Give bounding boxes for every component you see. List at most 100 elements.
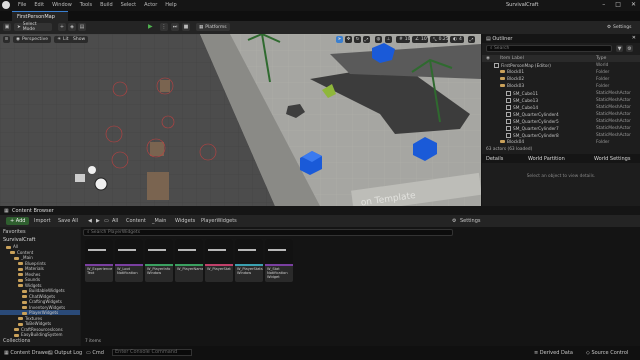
filter-icon[interactable]: ▼ xyxy=(616,45,623,52)
outliner-row[interactable]: SM_Cube14 StaticMeshActor xyxy=(482,105,640,111)
camera-speed-value[interactable]: ◐ 4 xyxy=(450,36,464,43)
folder-tree-item[interactable]: Textures xyxy=(0,316,80,321)
cb-settings-button[interactable]: Settings xyxy=(460,218,481,224)
derived-data-button[interactable]: ≡ Derived Data xyxy=(534,350,573,356)
folder-tree-item[interactable]: Sounds xyxy=(0,277,80,282)
menu-window[interactable]: Window xyxy=(52,2,72,8)
save-icon[interactable]: ▣ xyxy=(3,23,11,31)
blueprint-icon[interactable]: ◈ xyxy=(68,23,76,31)
folder-tree-item[interactable]: CraftingWidgets xyxy=(0,299,80,304)
menu-actor[interactable]: Actor xyxy=(144,2,157,8)
cmd-dropdown[interactable]: ▭ Cmd xyxy=(86,350,104,356)
folder-tree-item[interactable]: PlayerWidgets xyxy=(0,310,80,315)
show-button[interactable]: Show xyxy=(70,36,89,43)
breadcrumb-content[interactable]: Content xyxy=(126,218,146,224)
outliner-row[interactable]: SM_QuarterCylinder7 StaticMeshActor xyxy=(482,126,640,132)
level-viewport[interactable]: on Template xyxy=(0,34,481,206)
menu-help[interactable]: Help xyxy=(165,2,176,8)
folder-tree-item[interactable]: All xyxy=(0,244,80,249)
move-tool-icon[interactable]: ✥ xyxy=(345,36,352,43)
minimize-button[interactable]: – xyxy=(602,1,605,8)
folder-tree-item[interactable]: Blueprints xyxy=(0,261,80,266)
unreal-logo-icon[interactable] xyxy=(2,1,10,9)
breadcrumb-all[interactable]: All xyxy=(112,218,118,224)
platforms-dropdown[interactable]: ▦ Platforms xyxy=(196,23,230,31)
col-label[interactable]: Item Label xyxy=(500,56,524,61)
angle-snap-value[interactable]: ∠ 10° xyxy=(412,36,429,43)
folder-tree-item[interactable]: Materials xyxy=(0,266,80,271)
outliner-row[interactable]: Block03 Folder xyxy=(482,84,640,90)
col-type[interactable]: Type xyxy=(596,56,606,61)
tab-world-settings[interactable]: World Settings xyxy=(594,156,630,162)
console-command-input[interactable]: Enter Console Command xyxy=(112,349,192,356)
folder-tree-item[interactable]: EasyBuildingSystem xyxy=(0,332,80,337)
close-button[interactable]: ✕ xyxy=(631,1,636,8)
import-button[interactable]: Import xyxy=(34,218,51,224)
folder-tree-item[interactable]: Content xyxy=(0,250,80,255)
menu-select[interactable]: Select xyxy=(121,2,136,8)
add-content-icon[interactable]: + xyxy=(58,23,66,31)
outliner-row[interactable]: Block04 Folder xyxy=(482,140,640,146)
settings-dropdown[interactable]: ⚙ Settings xyxy=(604,23,636,31)
asset-tile[interactable]: W_PlayerStats Window xyxy=(235,239,263,282)
folder-tree-item[interactable]: ChatWidgets xyxy=(0,294,80,299)
breadcrumb-playerwidgets[interactable]: PlayerWidgets xyxy=(201,218,237,224)
outliner-row[interactable]: SM_QuarterCylinder4 StaticMeshActor xyxy=(482,112,640,118)
outliner-row[interactable]: SM_Cube13 StaticMeshActor xyxy=(482,98,640,104)
output-log-button[interactable]: ▤ Output Log xyxy=(48,350,82,356)
folder-tree-item[interactable]: ToBeWidgets xyxy=(0,321,80,326)
outliner-row[interactable]: SM_QuarterCylinder8 StaticMeshActor xyxy=(482,133,640,139)
folder-tree-item[interactable]: Widgets xyxy=(0,283,80,288)
maximize-viewport-icon[interactable]: ⤢ xyxy=(468,36,475,43)
folder-tree-item[interactable]: _Main xyxy=(0,255,80,260)
select-mode-dropdown[interactable]: ➤ Select Mode xyxy=(14,22,52,32)
project-section[interactable]: SurvivalCraft xyxy=(3,237,35,243)
save-all-button[interactable]: Save All xyxy=(58,218,78,224)
world-space-icon[interactable]: ◍ xyxy=(375,36,382,43)
menu-build[interactable]: Build xyxy=(100,2,113,8)
outliner-search-input[interactable]: ⌕ Search xyxy=(486,45,612,52)
cinematics-icon[interactable]: ▤ xyxy=(78,23,86,31)
asset-tile[interactable]: W_Loot Notification xyxy=(115,239,143,282)
tab-world-partition[interactable]: World Partition xyxy=(528,156,565,162)
viewport-menu-icon[interactable]: ≡ xyxy=(3,36,10,43)
folder-tree-item[interactable]: InventoryWidgets xyxy=(0,305,80,310)
collections-section[interactable]: Collections xyxy=(3,338,30,344)
breadcrumb-widgets[interactable]: Widgets xyxy=(175,218,195,224)
asset-tile[interactable]: W_PlayerStat xyxy=(205,239,233,282)
lit-button[interactable]: ☀ Lit xyxy=(54,36,72,43)
outliner-settings-icon[interactable]: ⚙ xyxy=(626,45,633,52)
content-drawer-button[interactable]: ▦ Content Drawer xyxy=(4,350,50,356)
breadcrumb-main[interactable]: _Main xyxy=(152,218,166,224)
scale-snap-value[interactable]: ⤡ 0.25 xyxy=(430,36,449,43)
add-button[interactable]: + Add xyxy=(6,217,30,225)
scale-tool-icon[interactable]: ⤢ xyxy=(363,36,370,43)
back-icon[interactable]: ◀ xyxy=(88,218,92,224)
grid-snap-value[interactable]: #10 xyxy=(396,36,411,43)
outliner-row[interactable]: Block02 Folder xyxy=(482,77,640,83)
surface-snap-icon[interactable]: ⊥ xyxy=(385,36,392,43)
stop-icon[interactable]: ■ xyxy=(182,23,190,31)
asset-search-input[interactable]: ⌕ Search PlayerWidgets xyxy=(83,229,453,236)
play-icon[interactable]: ▶ xyxy=(148,23,156,31)
menu-edit[interactable]: Edit xyxy=(34,2,44,8)
source-control-button[interactable]: ◇ Source Control xyxy=(586,350,628,356)
asset-tile[interactable]: W_PlayerName xyxy=(175,239,203,282)
maximize-button[interactable]: □ xyxy=(615,1,621,8)
folder-tree-item[interactable]: Meshes xyxy=(0,272,80,277)
tab-map[interactable]: FirstPersonMap xyxy=(12,11,68,21)
asset-tile[interactable]: W_PlayerInfo Window xyxy=(145,239,173,282)
asset-tile[interactable]: W_Experience Text xyxy=(85,239,113,282)
outliner-row[interactable]: SM_Cube11 StaticMeshActor xyxy=(482,91,640,97)
perspective-button[interactable]: ◉ Perspective xyxy=(13,36,51,43)
settings-icon[interactable]: ⚙ xyxy=(452,218,456,224)
rotate-tool-icon[interactable]: ↻ xyxy=(354,36,361,43)
asset-tile[interactable]: W_Stat Notification Widget xyxy=(265,239,293,282)
folder-tree-item[interactable]: BuildableWidgets xyxy=(0,288,80,293)
menu-file[interactable]: File xyxy=(18,2,26,8)
forward-icon[interactable]: ▶ xyxy=(96,218,100,224)
select-tool-icon[interactable]: ➤ xyxy=(336,36,343,43)
folder-tree-item[interactable]: CraftResourcesIcons xyxy=(0,327,80,332)
tab-details[interactable]: Details xyxy=(486,156,503,162)
outliner-row[interactable]: FirstPersonMap (Editor) World xyxy=(482,63,640,69)
